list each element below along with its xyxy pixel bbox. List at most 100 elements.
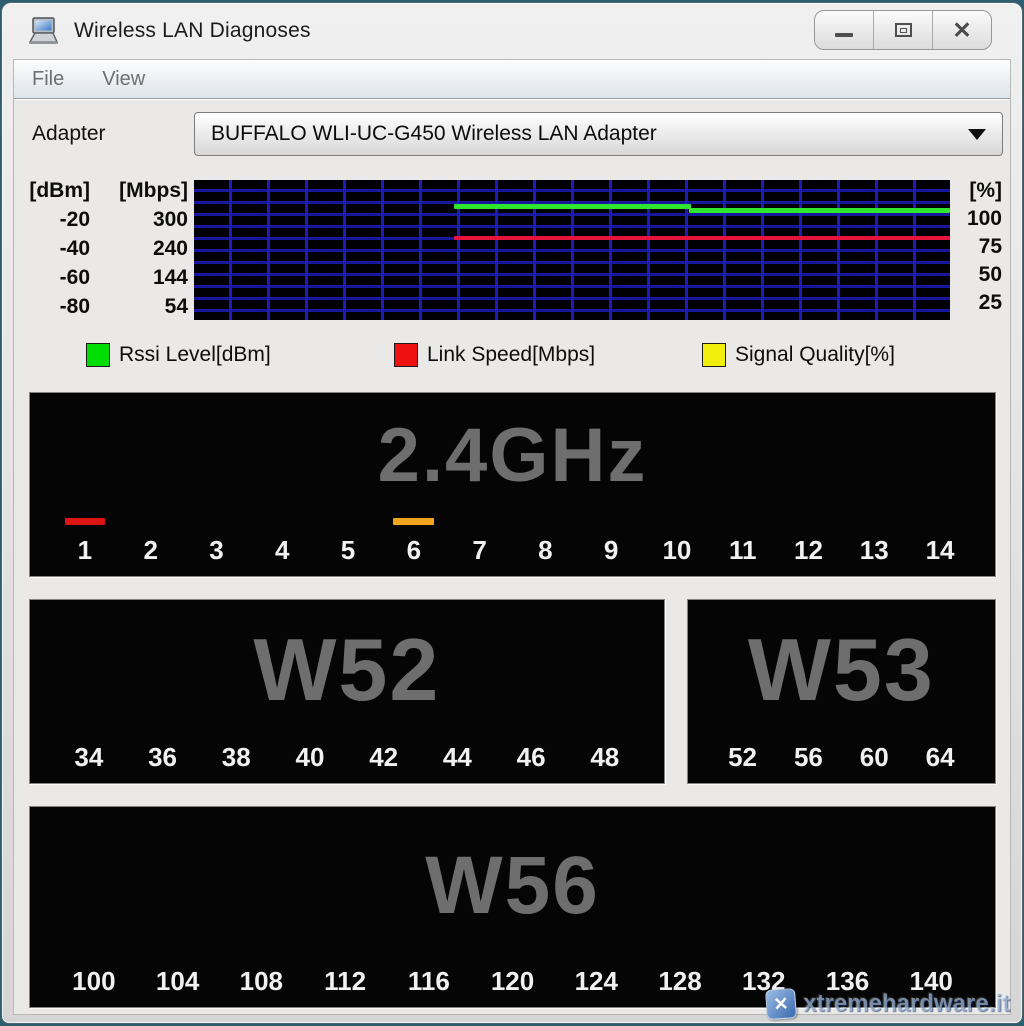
maximize-button[interactable] <box>873 11 932 49</box>
channel-11: 11 <box>710 518 776 569</box>
channel-number: 5 <box>341 534 355 567</box>
axis-tick: 100 <box>950 206 1010 234</box>
activity-bar <box>393 518 434 525</box>
channel-60: 60 <box>841 741 907 776</box>
band-title: W53 <box>688 600 995 741</box>
channel-116: 116 <box>387 965 471 1000</box>
channel-number: 104 <box>156 965 199 998</box>
adapter-combobox[interactable]: BUFFALO WLI-UC-G450 Wireless LAN Adapter <box>194 112 1003 156</box>
channel-number: 44 <box>443 741 472 774</box>
minimize-button[interactable] <box>815 11 873 49</box>
channel-120: 120 <box>471 965 555 1000</box>
legend-item: Rssi Level[dBm] <box>86 343 394 367</box>
channel-48: 48 <box>568 741 642 776</box>
axis-tick: -80 <box>14 293 96 322</box>
channel-10: 10 <box>644 518 710 569</box>
channel-number: 64 <box>926 741 955 774</box>
chevron-down-icon <box>968 129 986 140</box>
band-title: W56 <box>30 807 995 965</box>
band-panel-w52: W523436384042444648 <box>29 599 665 784</box>
channel-number: 128 <box>658 965 701 998</box>
channel-100: 100 <box>52 965 136 1000</box>
legend-item: Signal Quality[%] <box>702 343 1010 367</box>
channel-number: 108 <box>240 965 283 998</box>
axis-tick: -20 <box>14 206 96 235</box>
channel-12: 12 <box>776 518 842 569</box>
channel-number: 36 <box>148 741 177 774</box>
channel-number: 100 <box>72 965 115 998</box>
legend-label: Rssi Level[dBm] <box>119 343 271 367</box>
channel-number: 52 <box>728 741 757 774</box>
channel-number: 2 <box>143 534 157 567</box>
channel-128: 128 <box>638 965 722 1000</box>
channel-7: 7 <box>447 518 513 569</box>
client-area: File View Adapter BUFFALO WLI-UC-G450 Wir… <box>13 59 1011 1015</box>
band-panel-w53: W5352566064 <box>687 599 996 784</box>
channel-38: 38 <box>199 741 273 776</box>
rssi-line-segment-2 <box>689 208 950 213</box>
link-speed-line <box>454 236 950 240</box>
axis-tick: -60 <box>14 264 96 293</box>
channel-number: 120 <box>491 965 534 998</box>
channel-number: 1 <box>78 534 92 567</box>
legend-item: Link Speed[Mbps] <box>394 343 702 367</box>
channel-2: 2 <box>118 518 184 569</box>
channel-number: 10 <box>662 534 691 567</box>
menu-item-file[interactable]: File <box>32 68 64 91</box>
channel-52: 52 <box>710 741 776 776</box>
graph-section: [dBm][Mbps]-20300-40240-60144-8054 [%]10… <box>14 180 1010 322</box>
axis-tick: 25 <box>950 290 1010 318</box>
channel-40: 40 <box>273 741 347 776</box>
close-button[interactable]: ✕ <box>932 11 991 49</box>
channel-number: 42 <box>369 741 398 774</box>
close-icon: ✕ <box>952 19 971 42</box>
channel-1: 1 <box>52 518 118 569</box>
channel-13: 13 <box>841 518 907 569</box>
window-title: Wireless LAN Diagnoses <box>74 19 311 43</box>
channel-row: 52566064 <box>688 741 995 784</box>
laptop-icon <box>26 16 60 46</box>
channel-number: 34 <box>74 741 103 774</box>
channel-row: 1234567891011121314 <box>30 518 995 577</box>
legend-color-swatch <box>702 343 726 367</box>
channel-42: 42 <box>347 741 421 776</box>
band-title: 2.4GHz <box>30 393 995 518</box>
activity-bar <box>65 518 106 525</box>
channel-number: 7 <box>472 534 486 567</box>
channel-number: 14 <box>926 534 955 567</box>
channel-number: 112 <box>324 965 366 998</box>
watermark: ✕ xtremehardware.it <box>766 989 1010 1019</box>
app-window: Wireless LAN Diagnoses ✕ File View Adapte… <box>1 2 1023 1024</box>
adapter-row: Adapter BUFFALO WLI-UC-G450 Wireless LAN… <box>14 112 1010 156</box>
maximize-icon <box>895 23 912 37</box>
channel-108: 108 <box>219 965 303 1000</box>
left-axis: [dBm][Mbps]-20300-40240-60144-8054 <box>14 180 194 322</box>
menu-item-view[interactable]: View <box>102 68 145 91</box>
axis-tick: -40 <box>14 235 96 264</box>
rssi-line-segment-1 <box>454 204 691 209</box>
channel-64: 64 <box>907 741 973 776</box>
channel-number: 3 <box>209 534 223 567</box>
signal-history-chart <box>194 180 950 320</box>
channel-number: 124 <box>575 965 618 998</box>
band-panel-w56: W56100104108112116120124128132136140 <box>29 806 996 1008</box>
channel-112: 112 <box>303 965 387 1000</box>
channel-14: 14 <box>907 518 973 569</box>
channel-36: 36 <box>126 741 200 776</box>
axis-tick: 144 <box>96 264 194 293</box>
channel-number: 13 <box>860 534 889 567</box>
band-panel-24ghz: 2.4GHz1234567891011121314 <box>29 392 996 577</box>
legend-color-swatch <box>86 343 110 367</box>
channel-number: 12 <box>794 534 823 567</box>
chart-legend: Rssi Level[dBm] Link Speed[Mbps]Signal Qu… <box>14 338 1010 372</box>
title-bar[interactable]: Wireless LAN Diagnoses ✕ <box>2 3 1022 59</box>
channel-number: 9 <box>604 534 618 567</box>
channel-8: 8 <box>512 518 578 569</box>
window-controls: ✕ <box>814 10 992 50</box>
channel-3: 3 <box>184 518 250 569</box>
channel-number: 38 <box>222 741 251 774</box>
channel-46: 46 <box>494 741 568 776</box>
adapter-selected-value: BUFFALO WLI-UC-G450 Wireless LAN Adapter <box>211 122 657 146</box>
axis-unit: [Mbps] <box>96 180 194 206</box>
minimize-icon <box>835 33 853 37</box>
